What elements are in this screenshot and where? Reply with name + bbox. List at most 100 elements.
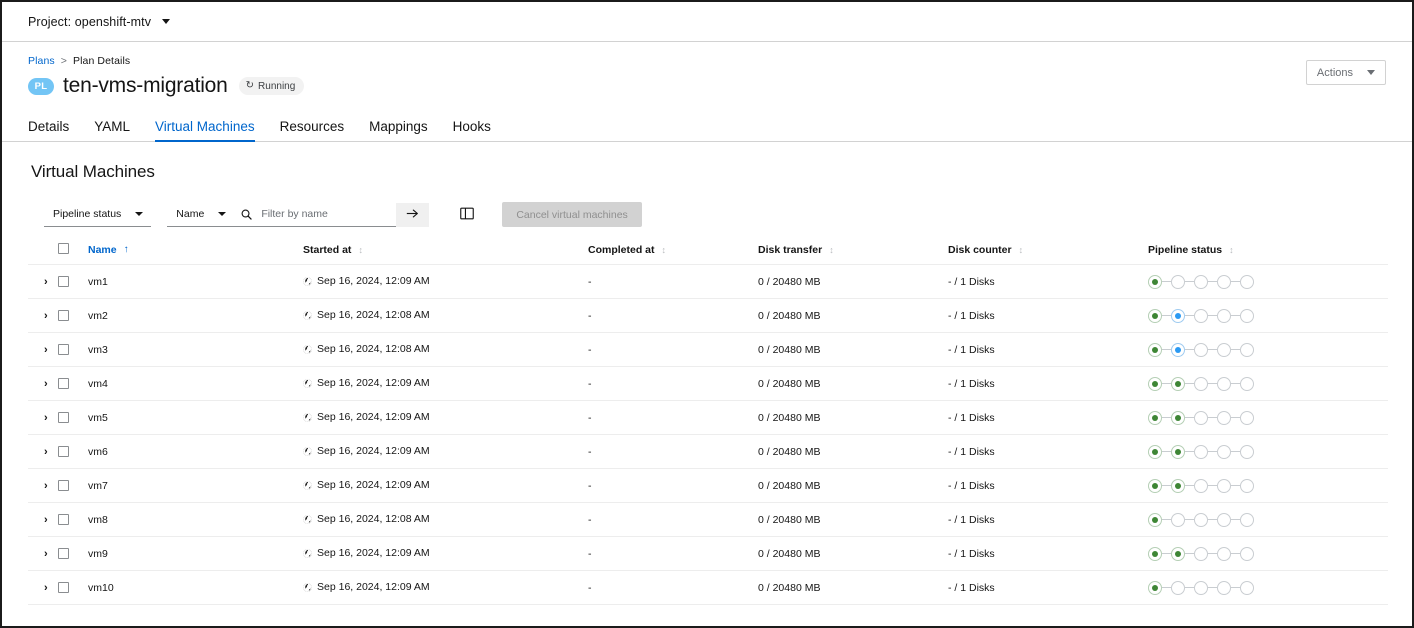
attribute-filter-select[interactable]: Name [167, 202, 235, 227]
cell-pipeline-status [1148, 400, 1388, 435]
pipeline-step-active[interactable] [1171, 308, 1185, 323]
pipeline-step-pending[interactable] [1217, 274, 1231, 289]
chevron-right-icon[interactable]: › [28, 582, 48, 594]
pipeline-step-pending[interactable] [1217, 478, 1231, 493]
pipeline-step-pending[interactable] [1217, 308, 1231, 323]
pipeline-step-pending[interactable] [1194, 308, 1208, 323]
tab-details[interactable]: Details [28, 119, 69, 141]
pipeline-step-pending[interactable] [1217, 342, 1231, 357]
pipeline-indicator [1148, 274, 1388, 289]
pipeline-step-active[interactable] [1171, 342, 1185, 357]
pipeline-step-pending[interactable] [1240, 274, 1254, 289]
pipeline-step-pending[interactable] [1194, 478, 1208, 493]
chevron-right-icon[interactable]: › [28, 480, 48, 492]
pipeline-step-done[interactable] [1148, 444, 1162, 459]
pipeline-step-pending[interactable] [1194, 410, 1208, 425]
globe-icon [303, 344, 312, 357]
row-checkbox[interactable] [58, 310, 69, 322]
pipeline-step-pending[interactable] [1171, 512, 1185, 527]
column-header-disk-transfer[interactable]: Disk transfer ↕ [758, 237, 948, 265]
pipeline-step-done[interactable] [1148, 410, 1162, 425]
pipeline-step-pending[interactable] [1194, 342, 1208, 357]
chevron-right-icon[interactable]: › [28, 548, 48, 560]
pipeline-step-pending[interactable] [1194, 546, 1208, 561]
tab-virtual-machines[interactable]: Virtual Machines [155, 119, 255, 142]
table-row: › vm6 Sep 16, 2024, 12:09 AM -0 / 20480 MB -… [28, 434, 1388, 469]
column-header-started-at[interactable]: Started at ↕ [303, 237, 588, 265]
search-input[interactable] [259, 207, 380, 221]
row-select-cell [58, 502, 88, 537]
actions-button[interactable]: Actions [1305, 60, 1386, 85]
chevron-right-icon[interactable]: › [28, 446, 48, 458]
pipeline-step-pending[interactable] [1194, 512, 1208, 527]
pipeline-step-pending[interactable] [1171, 274, 1185, 289]
cancel-virtual-machines-button[interactable]: Cancel virtual machines [502, 202, 642, 227]
pipeline-step-pending[interactable] [1217, 546, 1231, 561]
pipeline-step-done[interactable] [1148, 274, 1162, 289]
column-header-disk-counter[interactable]: Disk counter ↕ [948, 237, 1148, 265]
chevron-right-icon[interactable]: › [28, 310, 48, 322]
row-checkbox[interactable] [58, 378, 69, 390]
pipeline-step-pending[interactable] [1240, 376, 1254, 391]
pipeline-step-pending[interactable] [1194, 274, 1208, 289]
pipeline-step-done[interactable] [1148, 546, 1162, 561]
pipeline-step-done[interactable] [1148, 580, 1162, 595]
row-checkbox[interactable] [58, 276, 69, 288]
pipeline-step-pending[interactable] [1240, 410, 1254, 425]
pipeline-step-pending[interactable] [1240, 478, 1254, 493]
search-submit-button[interactable] [396, 202, 430, 227]
cell-completed-at: - [588, 366, 758, 401]
pipeline-step-done[interactable] [1171, 444, 1185, 459]
pipeline-step-done[interactable] [1171, 546, 1185, 561]
pipeline-step-done[interactable] [1148, 478, 1162, 493]
row-checkbox[interactable] [58, 446, 69, 458]
tab-resources[interactable]: Resources [280, 119, 345, 141]
pipeline-step-pending[interactable] [1217, 512, 1231, 527]
tab-yaml[interactable]: YAML [94, 119, 130, 141]
pipeline-step-done[interactable] [1148, 512, 1162, 527]
column-header-name[interactable]: Name ↑ [88, 237, 303, 265]
row-checkbox[interactable] [58, 548, 69, 560]
pipeline-step-done[interactable] [1171, 410, 1185, 425]
tab-mappings[interactable]: Mappings [369, 119, 428, 141]
pipeline-step-pending[interactable] [1217, 580, 1231, 595]
chevron-right-icon[interactable]: › [28, 514, 48, 526]
pipeline-step-done[interactable] [1148, 376, 1162, 391]
row-checkbox[interactable] [58, 582, 69, 594]
title-row: PL ten-vms-migration ↻ Running [28, 74, 1386, 98]
pipeline-step-pending[interactable] [1194, 444, 1208, 459]
column-header-completed-at[interactable]: Completed at ↕ [588, 237, 758, 265]
pipeline-step-pending[interactable] [1171, 580, 1185, 595]
pipeline-step-pending[interactable] [1240, 580, 1254, 595]
tab-hooks[interactable]: Hooks [453, 119, 491, 141]
row-checkbox[interactable] [58, 480, 69, 492]
chevron-right-icon[interactable]: › [28, 344, 48, 356]
pipeline-step-pending[interactable] [1240, 444, 1254, 459]
chevron-right-icon[interactable]: › [28, 412, 48, 424]
pipeline-step-done[interactable] [1148, 342, 1162, 357]
pipeline-step-done[interactable] [1171, 376, 1185, 391]
pipeline-step-pending[interactable] [1194, 376, 1208, 391]
breadcrumb-link-plans[interactable]: Plans [28, 55, 55, 67]
column-header-pipeline-status[interactable]: Pipeline status ↕ [1148, 237, 1388, 265]
pipeline-step-pending[interactable] [1217, 376, 1231, 391]
pipeline-step-pending[interactable] [1217, 410, 1231, 425]
pipeline-step-pending[interactable] [1240, 342, 1254, 357]
chevron-right-icon[interactable]: › [28, 276, 48, 288]
pipeline-step-pending[interactable] [1194, 580, 1208, 595]
row-checkbox[interactable] [58, 412, 69, 424]
pipeline-status-filter-select[interactable]: Pipeline status [44, 202, 152, 227]
project-selector[interactable]: Project: openshift-mtv [28, 15, 171, 29]
chevron-right-icon[interactable]: › [28, 378, 48, 390]
select-all-checkbox[interactable] [58, 243, 69, 254]
row-checkbox[interactable] [58, 344, 69, 356]
pipeline-step-pending[interactable] [1240, 512, 1254, 527]
pipeline-step-pending[interactable] [1217, 444, 1231, 459]
pipeline-step-pending[interactable] [1240, 546, 1254, 561]
cell-disk-transfer: 0 / 20480 MB [758, 434, 948, 469]
column-management-button[interactable] [454, 203, 480, 227]
pipeline-step-pending[interactable] [1240, 308, 1254, 323]
pipeline-step-done[interactable] [1171, 478, 1185, 493]
row-checkbox[interactable] [58, 514, 69, 526]
pipeline-step-done[interactable] [1148, 308, 1162, 323]
